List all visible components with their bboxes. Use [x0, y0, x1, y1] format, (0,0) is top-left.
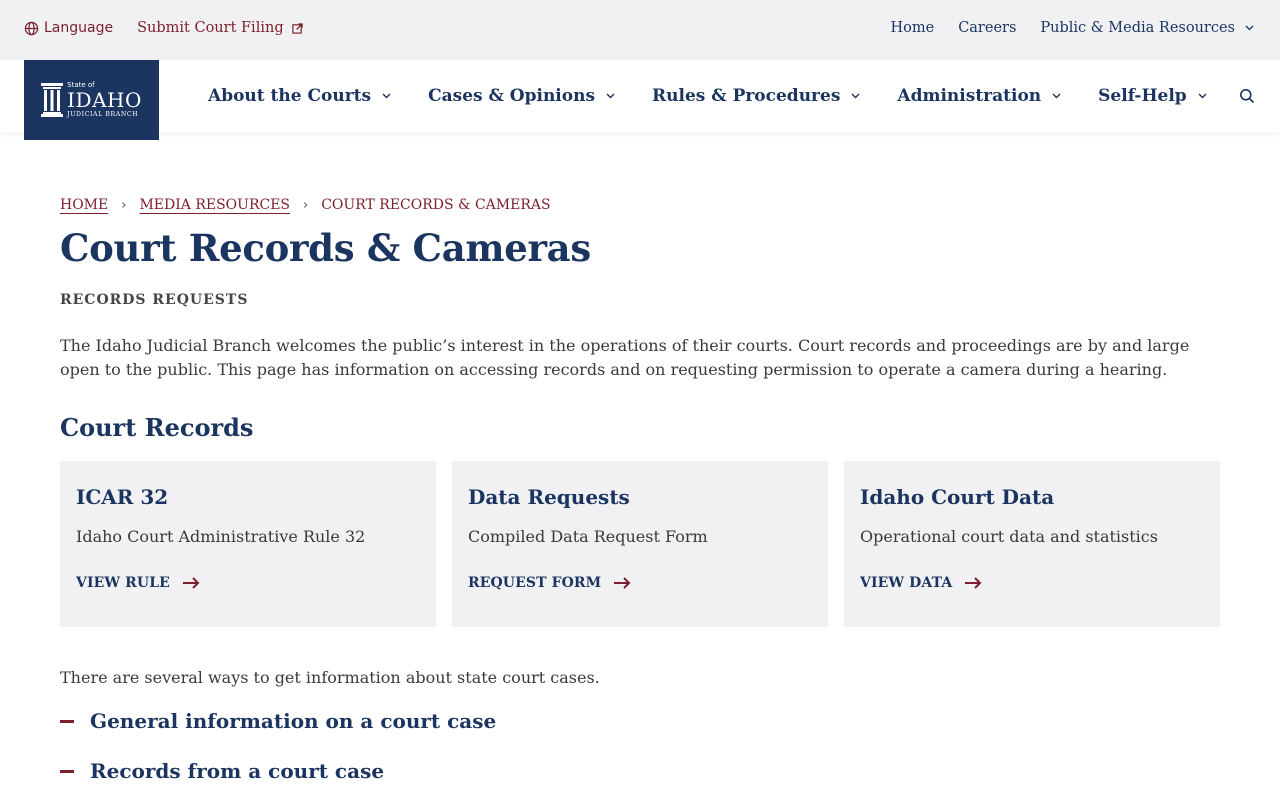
idaho-judicial-branch-logo[interactable]: State of IDAHO JUDICIAL BRANCH — [24, 60, 159, 140]
nav-item-label: Rules & Procedures — [652, 86, 841, 106]
records-requests-eyebrow: RECORDS REQUESTS — [60, 292, 249, 308]
globe-icon — [24, 21, 39, 35]
arrow-right-icon — [182, 577, 200, 589]
accordion-general-information[interactable]: General information on a court case — [60, 709, 496, 733]
chevron-down-icon — [1245, 25, 1254, 31]
chevron-down-icon — [851, 93, 860, 99]
breadcrumb-separator-icon: › — [303, 197, 309, 213]
utility-home-label: Home — [890, 20, 935, 36]
nav-item-label: Administration — [897, 86, 1042, 106]
nav-item-label: Self-Help — [1098, 86, 1187, 106]
utility-left: Language Submit Court Filing — [24, 20, 303, 36]
card-description: Compiled Data Request Form — [468, 527, 708, 546]
card-title: Data Requests — [468, 485, 630, 509]
pillar-icon — [41, 83, 64, 117]
card-title: Idaho Court Data — [860, 485, 1055, 509]
nav-self-help[interactable]: Self-Help — [1098, 86, 1207, 106]
utility-bar: Language Submit Court Filing Home Career… — [0, 0, 1280, 60]
nav-cases-opinions[interactable]: Cases & Opinions — [428, 86, 615, 106]
external-link-icon — [291, 22, 303, 34]
breadcrumb-media-resources-link[interactable]: MEDIA RESOURCES — [139, 197, 290, 213]
request-form-link[interactable]: REQUEST FORM — [468, 575, 631, 591]
utility-public-media-dropdown[interactable]: Public & Media Resources — [1040, 20, 1254, 36]
arrow-right-icon — [965, 577, 982, 589]
breadcrumb-home-link[interactable]: HOME — [60, 197, 108, 213]
primary-nav: About the Courts Cases & Opinions Rules … — [208, 60, 1244, 132]
card-description: Operational court data and statistics — [860, 527, 1158, 546]
nav-administration[interactable]: Administration — [897, 86, 1061, 106]
nav-item-label: Cases & Opinions — [428, 86, 596, 106]
court-records-heading: Court Records — [60, 413, 254, 442]
accordion-label: Records from a court case — [90, 759, 385, 783]
utility-careers-label: Careers — [958, 20, 1017, 36]
utility-careers-link[interactable]: Careers — [958, 20, 1016, 36]
chevron-down-icon — [1198, 93, 1207, 99]
accordion-records-from-case[interactable]: Records from a court case — [60, 759, 384, 783]
card-link-label: VIEW RULE — [76, 575, 170, 591]
breadcrumb-separator-icon: › — [121, 197, 127, 213]
utility-home-link[interactable]: Home — [890, 20, 934, 36]
utility-right: Home Careers Public & Media Resources — [866, 20, 1254, 36]
submit-court-filing-link[interactable]: Submit Court Filing — [137, 20, 303, 36]
chevron-down-icon — [606, 93, 615, 99]
utility-public-media-label: Public & Media Resources — [1040, 20, 1235, 36]
card-description: Idaho Court Administrative Rule 32 — [76, 527, 366, 546]
card-icar-32: ICAR 32 Idaho Court Administrative Rule … — [60, 461, 436, 627]
page-title: Court Records & Cameras — [60, 226, 591, 270]
logo-idaho-text: IDAHO — [67, 87, 142, 112]
language-label: Language — [44, 20, 114, 36]
card-idaho-court-data: Idaho Court Data Operational court data … — [844, 461, 1220, 627]
logo-branch-text: JUDICIAL BRANCH — [67, 110, 139, 118]
language-selector[interactable]: Language — [24, 20, 113, 36]
chevron-down-icon — [1052, 93, 1061, 99]
intro-paragraph: The Idaho Judicial Branch welcomes the p… — [60, 336, 1190, 379]
court-records-cards: ICAR 32 Idaho Court Administrative Rule … — [60, 461, 1220, 627]
nav-about-the-courts[interactable]: About the Courts — [208, 86, 391, 106]
card-link-label: REQUEST FORM — [468, 575, 602, 591]
logo-words: State of IDAHO JUDICIAL BRANCH — [67, 81, 142, 118]
view-data-link[interactable]: VIEW DATA — [860, 575, 982, 591]
breadcrumb: HOME › MEDIA RESOURCES › COURT RECORDS &… — [60, 197, 551, 213]
nav-item-label: About the Courts — [208, 86, 372, 106]
minus-icon — [60, 769, 74, 773]
chevron-down-icon — [382, 93, 391, 99]
card-data-requests: Data Requests Compiled Data Request Form… — [452, 461, 828, 627]
minus-icon — [60, 719, 74, 723]
nav-rules-procedures[interactable]: Rules & Procedures — [652, 86, 860, 106]
breadcrumb-current: COURT RECORDS & CAMERAS — [321, 197, 551, 213]
accordion-label: General information on a court case — [90, 709, 497, 733]
main-navbar: State of IDAHO JUDICIAL BRANCH About the… — [0, 60, 1280, 140]
card-link-label: VIEW DATA — [860, 575, 953, 591]
search-icon[interactable] — [1239, 88, 1255, 104]
arrow-right-icon — [614, 577, 631, 589]
cases-intro-text: There are several ways to get informatio… — [60, 668, 600, 687]
submit-filing-label: Submit Court Filing — [137, 20, 284, 36]
card-title: ICAR 32 — [76, 485, 169, 509]
view-rule-link[interactable]: VIEW RULE — [76, 575, 200, 591]
